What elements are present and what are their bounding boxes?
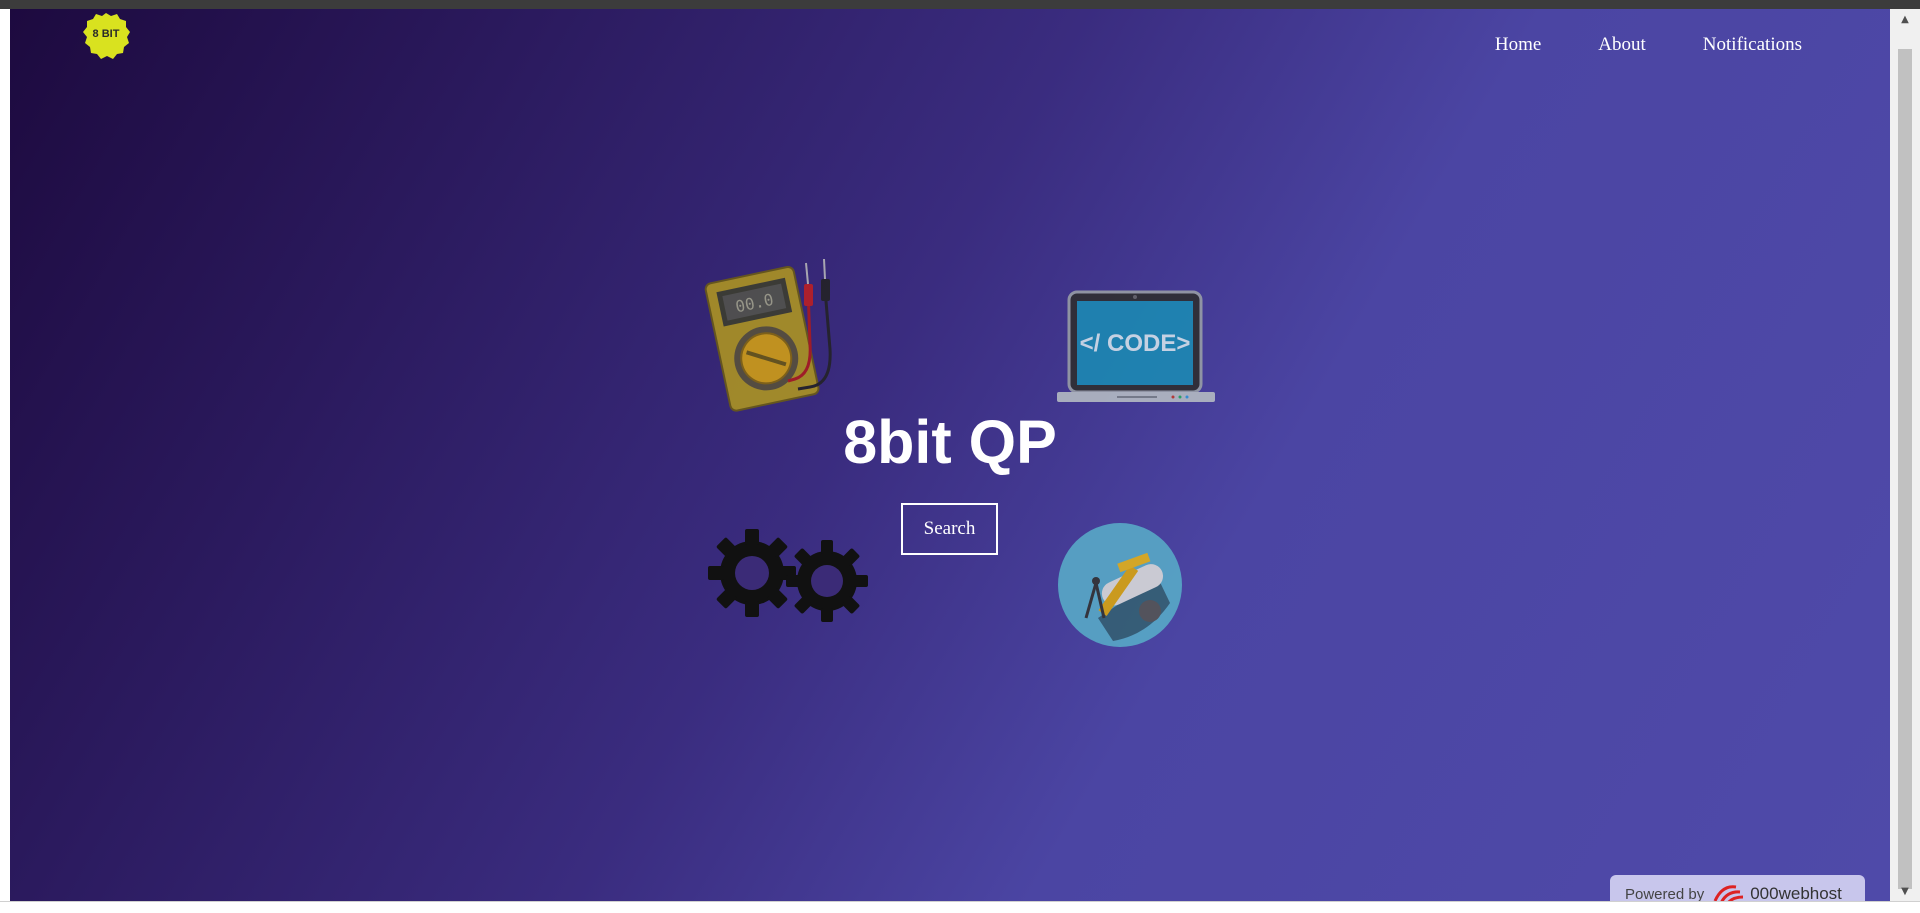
engineering-tools-icon <box>1058 523 1182 647</box>
webhost-logo-icon <box>1713 885 1744 901</box>
powered-by-brand: 000webhost <box>1750 884 1842 901</box>
scroll-up-icon[interactable]: ▲ <box>1898 13 1912 27</box>
site-logo[interactable]: 8 BIT <box>80 10 132 62</box>
browser-bottom-edge <box>0 901 1920 913</box>
page-title: 8bit QP <box>843 408 1057 476</box>
page: 8 BIT Home About Notifications 00.0 </ C… <box>10 9 1890 901</box>
laptop-screen-text: </ CODE> <box>1080 330 1191 357</box>
laptop-code-icon: </ CODE> <box>1057 290 1215 402</box>
logo-text: 8 BIT <box>93 28 120 40</box>
scrollbar-thumb[interactable] <box>1898 49 1912 889</box>
nav-home-link[interactable]: Home <box>1495 34 1541 56</box>
vertical-scrollbar[interactable]: ▲ ▼ <box>1890 9 1920 901</box>
powered-by-label: Powered by <box>1625 885 1705 902</box>
browser-top-bar <box>0 0 1920 9</box>
scroll-down-icon[interactable]: ▼ <box>1898 885 1912 899</box>
search-button[interactable]: Search <box>901 503 998 555</box>
gears-icon <box>708 529 868 622</box>
logo-badge-icon: 8 BIT <box>83 13 130 59</box>
powered-by-badge[interactable]: Powered by 000webhost <box>1610 875 1865 901</box>
nav-notifications-link[interactable]: Notifications <box>1703 34 1802 56</box>
main-nav: Home About Notifications <box>1495 34 1802 56</box>
nav-about-link[interactable]: About <box>1598 34 1646 56</box>
multimeter-icon: 00.0 <box>704 258 832 412</box>
